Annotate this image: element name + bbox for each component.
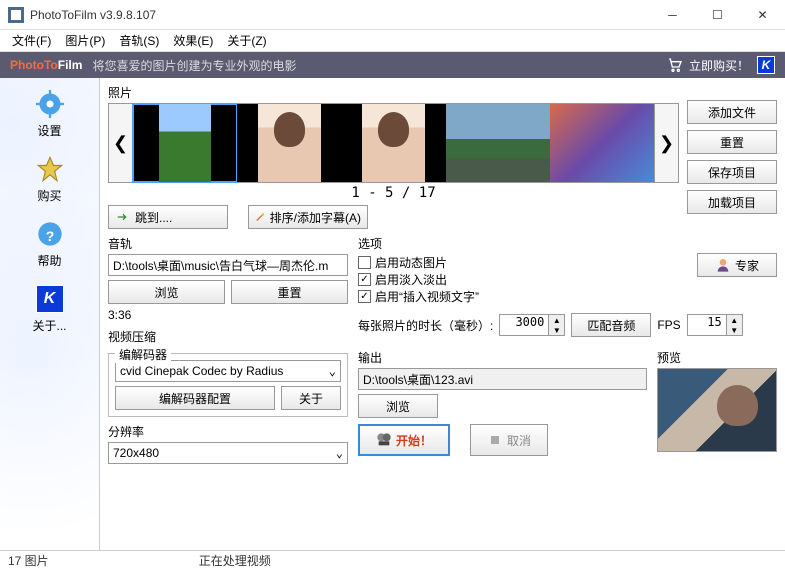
duration-spinner[interactable]: 3000 ▲▼ (499, 314, 565, 336)
codec-config-button[interactable]: 编解码器配置 (115, 386, 275, 410)
status-left: 17 图片 (8, 552, 49, 569)
spinner-up-icon[interactable]: ▲ (727, 315, 742, 325)
expert-button[interactable]: 专家 (697, 253, 777, 277)
audio-label: 音轨 (108, 235, 348, 252)
minimize-button[interactable]: ─ (650, 0, 695, 30)
wand-icon (255, 209, 266, 225)
reset-photos-button[interactable]: 重置 (687, 130, 777, 154)
enable-text-checkbox[interactable]: ✓启用“插入视频文字” (358, 288, 687, 305)
save-project-button[interactable]: 保存项目 (687, 160, 777, 184)
sort-subtitle-button[interactable]: 排序/添加字幕(A) (248, 205, 368, 229)
cancel-icon (487, 432, 503, 448)
titlebar: PhotoToFilm v3.9.8.107 ─ ☐ ✕ (0, 0, 785, 30)
enable-fade-checkbox[interactable]: ✓启用淡入淡出 (358, 271, 687, 288)
jump-to-button[interactable]: 跳到.... (108, 205, 228, 229)
sidebar: 设置 购买 ? 帮助 K 关于... (0, 78, 100, 550)
sidebar-item-about[interactable]: K 关于... (0, 273, 99, 338)
options-label: 选项 (358, 235, 687, 252)
fps-spinner[interactable]: 15 ▲▼ (687, 314, 743, 336)
filmstrip-prev-button[interactable]: ❮ (109, 104, 133, 182)
output-path-input[interactable]: D:\tools\桌面\123.avi (358, 368, 647, 390)
expert-icon (715, 257, 731, 273)
audio-duration: 3:36 (108, 308, 348, 322)
preview-label: 预览 (657, 349, 777, 366)
preview-image (657, 368, 777, 452)
audio-path-input[interactable]: D:\tools\桌面\music\告白气球—周杰伦.m (108, 254, 348, 276)
audio-browse-button[interactable]: 浏览 (108, 280, 225, 304)
kc-logo-icon[interactable]: K (757, 56, 775, 74)
fps-label: FPS (657, 318, 680, 332)
maximize-button[interactable]: ☐ (695, 0, 740, 30)
resolution-label: 分辨率 (108, 423, 348, 440)
duration-label: 每张照片的时长（毫秒）: (358, 317, 493, 334)
sidebar-item-help[interactable]: ? 帮助 (0, 208, 99, 273)
sidebar-item-buy[interactable]: 购买 (0, 143, 99, 208)
menu-file[interactable]: 文件(F) (6, 30, 57, 51)
filmstrip-next-button[interactable]: ❯ (654, 104, 678, 182)
add-file-button[interactable]: 添加文件 (687, 100, 777, 124)
photo-thumb-4[interactable] (446, 104, 550, 182)
buy-now-link[interactable]: 立即购买！ (667, 57, 749, 74)
photo-thumb-1[interactable] (133, 104, 237, 182)
cart-icon (667, 57, 683, 73)
load-project-button[interactable]: 加载项目 (687, 190, 777, 214)
klogo-icon: K (34, 283, 66, 315)
start-button[interactable]: 开始！ (358, 424, 450, 456)
vcomp-label: 视频压缩 (108, 328, 348, 345)
photos-label: 照片 (108, 84, 679, 101)
help-icon: ? (34, 218, 66, 250)
codec-group-label: 编解码器 (115, 346, 171, 363)
statusbar: 17 图片 正在处理视频 (0, 550, 785, 570)
match-audio-button[interactable]: 匹配音频 (571, 313, 651, 337)
photo-thumb-5[interactable] (550, 104, 654, 182)
audio-reset-button[interactable]: 重置 (231, 280, 348, 304)
codec-about-button[interactable]: 关于 (281, 386, 341, 410)
slogan: 将您喜爱的图片创建为专业外观的电影 (92, 57, 296, 74)
spinner-up-icon[interactable]: ▲ (549, 315, 564, 325)
menu-audio[interactable]: 音轨(S) (113, 30, 165, 51)
star-icon (34, 153, 66, 185)
resolution-select[interactable]: 720x480 (108, 442, 348, 464)
banner: PhotoToFilm 将您喜爱的图片创建为专业外观的电影 立即购买！ K (0, 52, 785, 78)
cancel-button[interactable]: 取消 (470, 424, 548, 456)
spinner-down-icon[interactable]: ▼ (727, 325, 742, 335)
menu-image[interactable]: 图片(P) (59, 30, 111, 51)
brand-logo: PhotoToFilm (10, 58, 82, 72)
svg-text:?: ? (45, 228, 54, 244)
film-icon (376, 432, 392, 448)
gear-icon (34, 88, 66, 120)
window-title: PhotoToFilm v3.9.8.107 (30, 8, 650, 22)
jump-icon (115, 209, 131, 225)
codec-select[interactable]: cvid Cinepak Codec by Radius (115, 360, 341, 382)
status-right: 正在处理视频 (199, 552, 271, 569)
menu-effects[interactable]: 效果(E) (167, 30, 219, 51)
menubar: 文件(F) 图片(P) 音轨(S) 效果(E) 关于(Z) (0, 30, 785, 52)
close-button[interactable]: ✕ (740, 0, 785, 30)
filmstrip: ❮ ❯ (108, 103, 679, 183)
menu-about[interactable]: 关于(Z) (221, 30, 272, 51)
sidebar-item-settings[interactable]: 设置 (0, 78, 99, 143)
photo-thumb-3[interactable] (341, 104, 445, 182)
output-browse-button[interactable]: 浏览 (358, 394, 438, 418)
photo-thumb-2[interactable] (237, 104, 341, 182)
output-label: 输出 (358, 349, 647, 366)
photo-counter: 1 - 5 / 17 (108, 185, 679, 201)
enable-dynamic-checkbox[interactable]: 启用动态图片 (358, 254, 687, 271)
spinner-down-icon[interactable]: ▼ (549, 325, 564, 335)
app-icon (8, 7, 24, 23)
